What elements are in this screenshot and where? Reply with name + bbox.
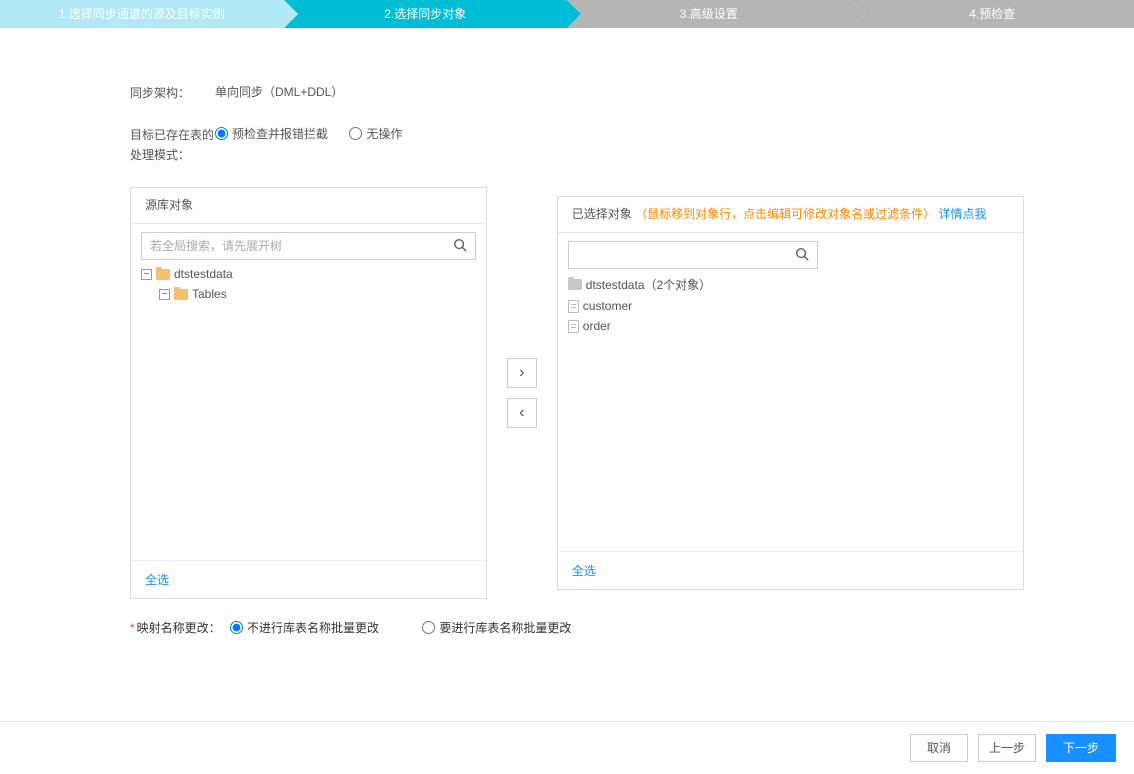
cancel-button[interactable]: 取消 [910, 734, 968, 762]
target-panel-hint: （鼠标移到对象行，点击编辑可修改对象名或过滤条件） [635, 207, 935, 221]
step-2[interactable]: 2.选择同步对象 [284, 0, 568, 28]
mapping-radio-no[interactable] [230, 621, 243, 634]
target-db-label: dtstestdata（2个对象） [586, 276, 711, 293]
mapping-option-no[interactable]: 不进行库表名称批量更改 [230, 621, 379, 635]
table-icon [568, 300, 579, 313]
step-3-label: 3.高级设置 [680, 7, 738, 21]
chevron-left-icon: ‹ [519, 404, 524, 422]
source-search [141, 232, 476, 260]
source-search-button[interactable] [445, 233, 475, 259]
target-search [568, 241, 818, 269]
step-1-label: 1.选择同步通道的源及目标实例 [59, 7, 225, 21]
mapping-option-yes[interactable]: 要进行库表名称批量更改 [422, 621, 571, 635]
handle-mode-option-check[interactable]: 预检查并报错拦截 [215, 127, 328, 141]
handle-opt2-label: 无操作 [366, 127, 402, 141]
folder-icon [156, 269, 170, 280]
tree-tables-node[interactable]: − Tables [159, 284, 476, 304]
target-search-button[interactable] [787, 242, 817, 268]
footer-actions: 取消 上一步 下一步 [0, 721, 1134, 774]
chevron-right-icon: › [519, 364, 524, 382]
target-t1-label: customer [583, 299, 632, 313]
tree-tables-label: Tables [192, 287, 227, 301]
search-icon [795, 247, 809, 264]
search-icon [453, 238, 467, 255]
transfer-arrows: › ‹ [507, 358, 537, 428]
source-panel: 源库对象 − dtstestdata [130, 187, 487, 599]
required-star: * [130, 621, 135, 635]
target-t2-label: order [583, 319, 611, 333]
source-tree[interactable]: − dtstestdata − Tables [131, 260, 486, 560]
step-4-label: 4.预检查 [969, 7, 1015, 21]
mapping-opt1-label: 不进行库表名称批量更改 [247, 621, 379, 635]
wizard-steps: 1.选择同步通道的源及目标实例 2.选择同步对象 3.高级设置 4.预检查 [0, 0, 1134, 28]
target-db-node[interactable]: dtstestdata（2个对象） [568, 273, 1013, 296]
sync-mode-value: 单向同步（DML+DDL） [215, 83, 1024, 103]
target-tree[interactable]: dtstestdata（2个对象） customer order [558, 269, 1023, 551]
step-1[interactable]: 1.选择同步通道的源及目标实例 [0, 0, 284, 28]
source-panel-title: 源库对象 [131, 188, 486, 224]
handle-mode-radio-check[interactable] [215, 127, 228, 140]
table-icon [568, 320, 579, 333]
target-table-order[interactable]: order [568, 316, 1013, 336]
target-panel-title: 已选择对象 [572, 207, 632, 221]
tree-db-label: dtstestdata [174, 267, 233, 281]
step-2-label: 2.选择同步对象 [384, 7, 466, 21]
handle-mode-label: 目标已存在表的处理模式： [130, 125, 215, 165]
collapse-icon[interactable]: − [141, 269, 152, 280]
mapping-opt2-label: 要进行库表名称批量更改 [439, 621, 571, 635]
collapse-icon[interactable]: − [159, 289, 170, 300]
target-table-customer[interactable]: customer [568, 296, 1013, 316]
target-search-input[interactable] [569, 242, 787, 268]
handle-mode-radio-noop[interactable] [349, 127, 362, 140]
source-search-input[interactable] [142, 233, 445, 259]
handle-mode-option-noop[interactable]: 无操作 [349, 127, 402, 141]
source-select-all-link[interactable]: 全选 [145, 573, 169, 587]
sync-mode-label: 同步架构： [130, 83, 215, 103]
step-4[interactable]: 4.预检查 [851, 0, 1134, 28]
next-button[interactable]: 下一步 [1046, 734, 1116, 762]
step-3[interactable]: 3.高级设置 [567, 0, 851, 28]
mapping-label: 映射名称更改： [137, 621, 221, 635]
prev-button[interactable]: 上一步 [978, 734, 1036, 762]
target-select-all-link[interactable]: 全选 [572, 564, 596, 578]
target-panel: 已选择对象 （鼠标移到对象行，点击编辑可修改对象名或过滤条件） 详情点我 [557, 196, 1024, 590]
move-left-button[interactable]: ‹ [507, 398, 537, 428]
handle-opt1-label: 预检查并报错拦截 [232, 127, 328, 141]
tree-db-node[interactable]: − dtstestdata [141, 264, 476, 284]
move-right-button[interactable]: › [507, 358, 537, 388]
mapping-radio-yes[interactable] [422, 621, 435, 634]
folder-icon [568, 279, 582, 290]
folder-icon [174, 289, 188, 300]
target-detail-link[interactable]: 详情点我 [939, 207, 987, 221]
